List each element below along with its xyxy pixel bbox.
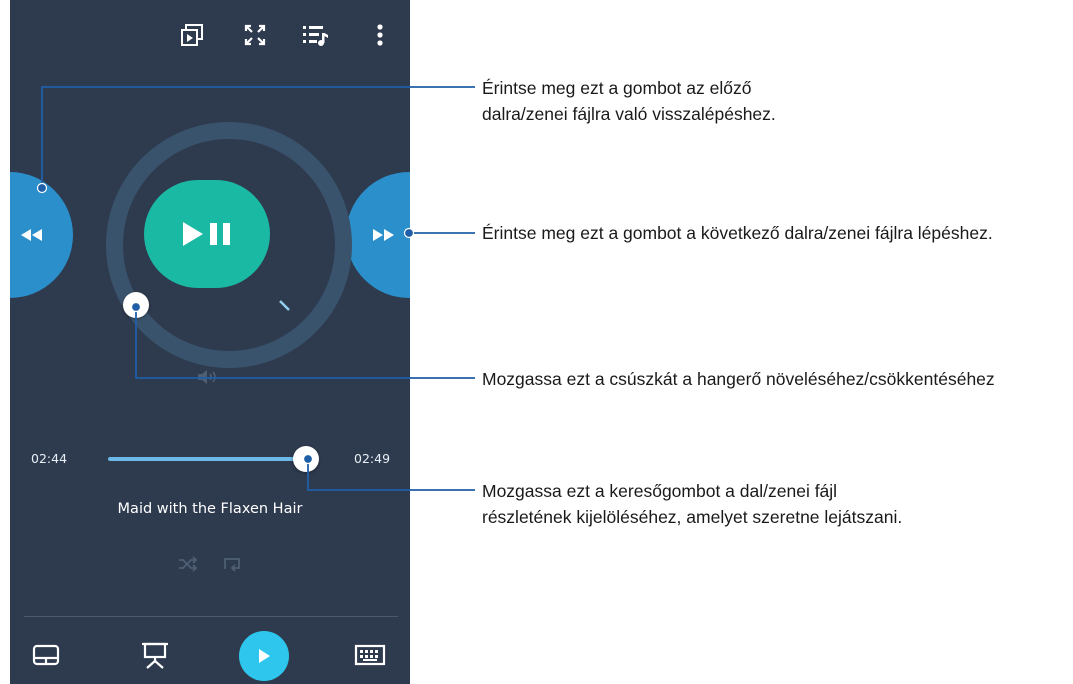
bottom-divider xyxy=(24,616,398,617)
time-elapsed: 02:44 xyxy=(31,451,68,466)
more-vertical-icon[interactable] xyxy=(365,20,395,50)
play-pause-button[interactable] xyxy=(144,180,270,288)
rewind-icon xyxy=(21,229,42,241)
play-button[interactable] xyxy=(239,631,289,681)
seek-knob[interactable] xyxy=(293,446,319,472)
callout-next: Érintse meg ezt a gombot a következő dal… xyxy=(482,223,993,243)
touchpad-icon[interactable] xyxy=(29,640,63,670)
volume-slider-knob[interactable] xyxy=(123,292,149,318)
next-button[interactable] xyxy=(346,172,410,298)
fast-forward-icon xyxy=(373,229,394,241)
volume-icon xyxy=(194,367,224,387)
keyboard-icon[interactable] xyxy=(353,640,387,670)
picture-in-picture-play-icon[interactable] xyxy=(177,20,207,50)
presentation-icon[interactable] xyxy=(138,640,172,670)
volume-ring-tick xyxy=(279,300,290,311)
play-icon xyxy=(259,649,270,663)
song-title: Maid with the Flaxen Hair xyxy=(117,501,303,517)
shuffle-icon[interactable] xyxy=(176,554,200,574)
repeat-icon[interactable] xyxy=(220,554,244,574)
play-pause-icon xyxy=(183,222,230,246)
top-toolbar xyxy=(10,0,410,64)
callout-previous: Érintse meg ezt a gombot az előző dalra/… xyxy=(482,78,776,124)
music-remote-screen: 02:44 02:49 Maid with the Flaxen Hair xyxy=(10,0,410,684)
callout-seek: Mozgassa ezt a keresőgombot a dal/zenei … xyxy=(482,481,903,527)
callout-volume: Mozgassa ezt a csúszkát a hangerő növelé… xyxy=(482,369,995,389)
playlist-music-icon[interactable] xyxy=(300,20,330,50)
time-total: 02:49 xyxy=(354,451,391,466)
seek-bar[interactable] xyxy=(108,457,308,461)
previous-button[interactable] xyxy=(10,172,73,298)
fullscreen-icon[interactable] xyxy=(240,20,270,50)
